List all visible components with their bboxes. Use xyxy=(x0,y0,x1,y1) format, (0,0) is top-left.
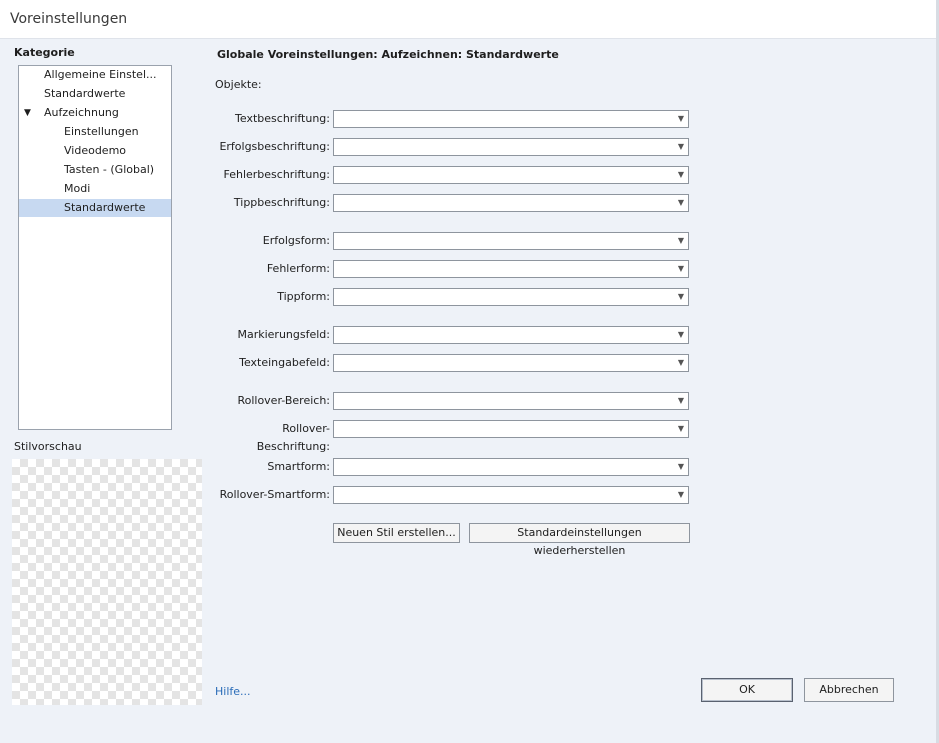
title-bar: Voreinstellungen xyxy=(0,0,939,39)
highlight-box-label: Markierungsfeld: xyxy=(237,328,330,341)
chevron-down-icon: ▼ xyxy=(677,236,684,245)
hint-shape-select[interactable]: ▼ xyxy=(333,288,689,306)
text-entry-box-label: Texteingabefeld: xyxy=(239,356,330,369)
tree-item-label: Aufzeichnung xyxy=(44,106,119,119)
chevron-down-icon: ▼ xyxy=(677,142,684,151)
smartshape-label: Smartform: xyxy=(267,460,330,473)
chevron-down-icon: ▼ xyxy=(677,170,684,179)
cancel-button[interactable]: Abbrechen xyxy=(804,678,894,702)
expand-arrow-icon[interactable]: ▼ xyxy=(24,104,31,122)
chevron-down-icon: ▼ xyxy=(677,358,684,367)
failure-caption-label: Fehlerbeschriftung: xyxy=(223,168,330,181)
failure-caption-select[interactable]: ▼ xyxy=(333,166,689,184)
rollover-smartshape-label: Rollover-Smartform: xyxy=(219,488,330,501)
tree-item-label: Standardwerte xyxy=(64,201,146,214)
failure-shape-label: Fehlerform: xyxy=(266,262,330,275)
tree-item-label: Videodemo xyxy=(64,144,127,157)
chevron-down-icon: ▼ xyxy=(677,330,684,339)
tree-item-videodemo[interactable]: Videodemo xyxy=(19,142,171,160)
chevron-down-icon: ▼ xyxy=(677,264,684,273)
chevron-down-icon: ▼ xyxy=(677,490,684,499)
tree-item-label: Modi xyxy=(64,182,91,195)
rollover-smartshape-select[interactable]: ▼ xyxy=(333,486,689,504)
page-title: Globale Voreinstellungen: Aufzeichnen: S… xyxy=(217,48,559,61)
tree-item-modes[interactable]: Modi xyxy=(19,180,171,198)
style-preview-canvas xyxy=(12,459,202,705)
success-shape-select[interactable]: ▼ xyxy=(333,232,689,250)
category-heading: Kategorie xyxy=(14,46,75,59)
category-tree[interactable]: Allgemeine Einstel... Standardwerte ▼ Au… xyxy=(18,65,172,430)
rollover-area-label: Rollover-Bereich: xyxy=(237,394,330,407)
new-style-button[interactable]: Neuen Stil erstellen... xyxy=(333,523,460,543)
window-title: Voreinstellungen xyxy=(10,11,128,27)
rollover-caption-label: Rollover-Beschriftung: xyxy=(256,422,330,453)
tree-item-label: Allgemeine Einstel... xyxy=(44,68,157,81)
hint-shape-label: Tippform: xyxy=(277,290,330,303)
chevron-down-icon: ▼ xyxy=(677,292,684,301)
smartshape-select[interactable]: ▼ xyxy=(333,458,689,476)
success-caption-label: Erfolgsbeschriftung: xyxy=(219,140,330,153)
highlight-box-select[interactable]: ▼ xyxy=(333,326,689,344)
style-preview-label: Stilvorschau xyxy=(14,440,82,453)
text-entry-box-select[interactable]: ▼ xyxy=(333,354,689,372)
failure-shape-select[interactable]: ▼ xyxy=(333,260,689,278)
tree-item-recording[interactable]: ▼ Aufzeichnung xyxy=(19,104,171,122)
chevron-down-icon: ▼ xyxy=(677,462,684,471)
chevron-down-icon: ▼ xyxy=(677,114,684,123)
help-link[interactable]: Hilfe... xyxy=(215,685,251,698)
objects-section-label: Objekte: xyxy=(215,78,262,91)
tree-item-recording-defaults[interactable]: Standardwerte xyxy=(19,199,171,217)
tree-item-defaults[interactable]: Standardwerte xyxy=(19,85,171,103)
restore-defaults-button[interactable]: Standardeinstellungen wiederherstellen xyxy=(469,523,690,557)
text-caption-select[interactable]: ▼ xyxy=(333,110,689,128)
tree-item-label: Standardwerte xyxy=(44,87,126,100)
chevron-down-icon: ▼ xyxy=(677,198,684,207)
tree-item-label: Einstellungen xyxy=(64,125,139,138)
chevron-down-icon: ▼ xyxy=(677,396,684,405)
tree-item-general[interactable]: Allgemeine Einstel... xyxy=(19,66,171,84)
ok-button[interactable]: OK xyxy=(701,678,793,702)
rollover-area-select[interactable]: ▼ xyxy=(333,392,689,410)
success-caption-select[interactable]: ▼ xyxy=(333,138,689,156)
tree-item-keys-global[interactable]: Tasten - (Global) xyxy=(19,161,171,179)
hint-caption-label: Tippbeschriftung: xyxy=(233,196,330,209)
text-caption-label: Textbeschriftung: xyxy=(235,112,330,125)
chevron-down-icon: ▼ xyxy=(677,424,684,433)
tree-item-label: Tasten - (Global) xyxy=(64,163,155,176)
tree-item-settings[interactable]: Einstellungen xyxy=(19,123,171,141)
success-shape-label: Erfolgsform: xyxy=(262,234,330,247)
hint-caption-select[interactable]: ▼ xyxy=(333,194,689,212)
rollover-caption-select[interactable]: ▼ xyxy=(333,420,689,438)
